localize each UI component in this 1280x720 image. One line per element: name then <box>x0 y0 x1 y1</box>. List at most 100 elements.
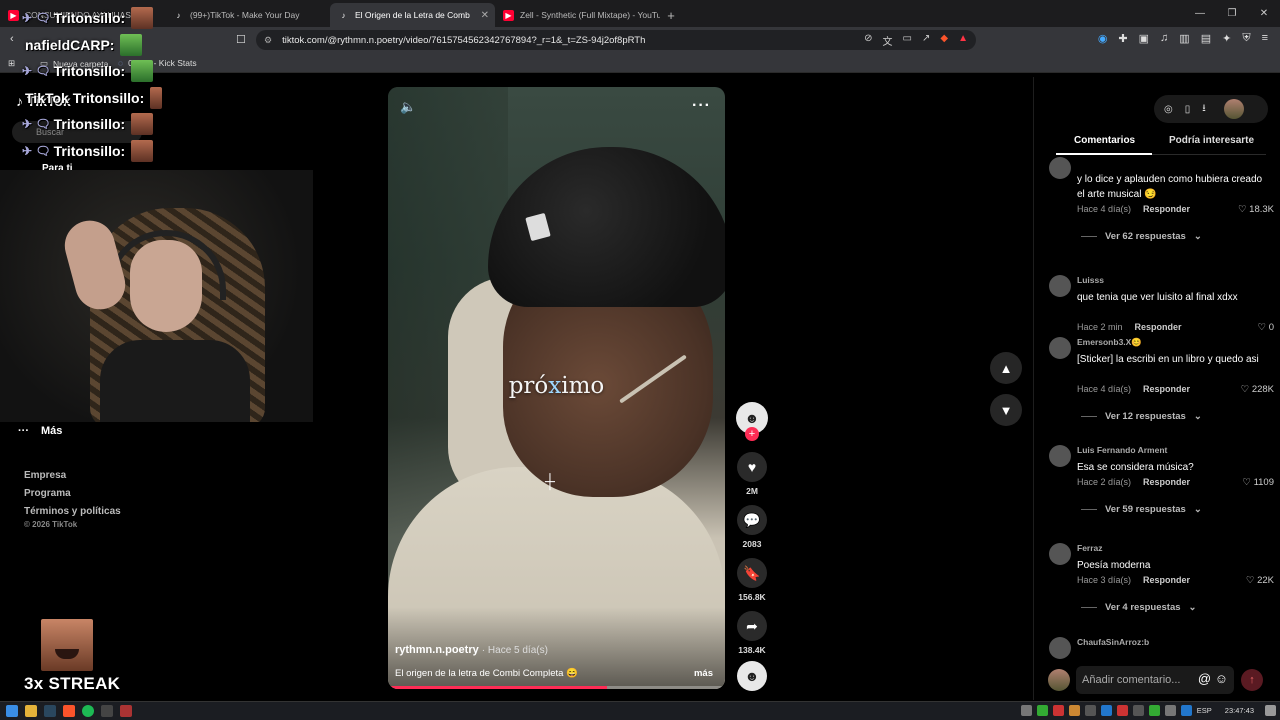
close-window-icon[interactable]: ✕ <box>1248 0 1280 27</box>
commenter-name[interactable]: Luisss <box>1077 275 1104 285</box>
video-author[interactable]: rythmn.n.poetry · Hace 5 día(s) <box>395 644 548 656</box>
translate-icon[interactable]: 文 <box>883 33 893 48</box>
view-replies-button[interactable]: Ver 4 respuestas ⌄ <box>1081 602 1197 613</box>
tray-icon[interactable] <box>1180 705 1192 716</box>
share-action[interactable]: ➦ 138.4K <box>736 611 768 655</box>
profile-avatar[interactable] <box>1223 99 1244 119</box>
footer-link[interactable]: Programa <box>24 485 121 503</box>
tab-comments[interactable]: Comentarios <box>1074 135 1135 146</box>
extensions-icon[interactable]: ✚ <box>1118 32 1127 45</box>
close-icon[interactable]: ✕ <box>481 10 489 21</box>
comment-likes[interactable]: ♡ 0 <box>1258 322 1274 333</box>
commenter-name[interactable]: ChaufaSinArroz:b <box>1077 637 1149 647</box>
notifications-icon[interactable] <box>1265 705 1276 716</box>
back-icon[interactable]: ‹ <box>10 33 14 45</box>
cast-icon[interactable]: ▭ <box>903 33 912 48</box>
volume-icon[interactable]: 🔈 <box>400 99 416 115</box>
audio-icon[interactable]: ◉ <box>1098 32 1108 45</box>
share-icon[interactable]: ↗ <box>922 33 930 48</box>
restore-icon[interactable]: ❐ <box>1216 0 1248 27</box>
tray-icon[interactable] <box>1116 705 1128 716</box>
tray-icon[interactable] <box>1036 705 1048 716</box>
sidebar-icon[interactable]: ▥ <box>1179 32 1189 45</box>
steam-icon[interactable] <box>44 705 56 717</box>
obs-icon[interactable] <box>120 705 132 717</box>
terminal-icon[interactable] <box>101 705 113 717</box>
commenter-name[interactable]: Luis Fernando Arment <box>1077 445 1167 455</box>
commenter-avatar[interactable] <box>1049 157 1071 179</box>
video-player[interactable]: próximo 🔈 ··· rythmn.n.poetry · Hace 5 d… <box>388 87 725 689</box>
share-arrow-icon[interactable]: ➦ <box>737 611 767 641</box>
comment-likes[interactable]: ♡ 18.3K <box>1238 204 1274 215</box>
follow-button[interactable]: + <box>745 427 759 441</box>
commenter-avatar[interactable] <box>1049 637 1071 659</box>
ai-icon[interactable]: ✦ <box>1222 32 1231 45</box>
comment-action[interactable]: 💬 2083 <box>736 505 768 549</box>
comment-likes[interactable]: ♡ 228K <box>1241 384 1274 395</box>
video-progress-bar[interactable] <box>388 686 725 689</box>
next-video-button[interactable]: ▼ <box>990 394 1022 426</box>
view-replies-button[interactable]: Ver 59 respuestas ⌄ <box>1081 504 1202 515</box>
start-icon[interactable] <box>6 705 18 717</box>
tray-icon[interactable] <box>1148 705 1160 716</box>
browser-tab[interactable]: ♪ (99+)TikTok - Make Your Day <box>165 3 330 27</box>
comment-icon[interactable]: 💬 <box>737 505 767 535</box>
music-disc-icon[interactable]: ☻ <box>737 661 767 691</box>
tray-icon[interactable] <box>1084 705 1096 716</box>
new-tab-button[interactable]: + <box>660 3 682 27</box>
reply-button[interactable]: Responder <box>1135 322 1182 332</box>
apps-icon[interactable]: ⊞ <box>8 58 15 69</box>
sidebar-item-more[interactable]: ··· Más <box>18 425 62 437</box>
reply-button[interactable]: Responder <box>1143 477 1190 487</box>
reply-button[interactable]: Responder <box>1143 204 1190 214</box>
bookmark-icon[interactable]: 🔖 <box>737 558 767 588</box>
browser-tab-active[interactable]: ♪ El Origen de la Letra de Comb ✕ <box>330 3 495 27</box>
spotify-icon[interactable] <box>82 705 94 717</box>
comment-likes[interactable]: ♡ 1109 <box>1242 477 1274 488</box>
brave-icon[interactable] <box>63 705 75 717</box>
address-bar[interactable]: ⚙ tiktok.com/@rythmn.n.poetry/video/7615… <box>256 30 976 50</box>
view-replies-button[interactable]: Ver 62 respuestas ⌄ <box>1081 231 1202 242</box>
view-replies-button[interactable]: Ver 12 respuestas ⌄ <box>1081 411 1202 422</box>
explorer-icon[interactable] <box>25 705 37 717</box>
heart-icon[interactable]: ♥ <box>737 452 767 482</box>
footer-link[interactable]: Empresa <box>24 467 121 485</box>
tab-might-like[interactable]: Podría interesarte <box>1169 135 1254 146</box>
tray-icon[interactable] <box>1068 705 1080 716</box>
commenter-avatar[interactable] <box>1049 543 1071 565</box>
mention-icon[interactable]: @ ☺ <box>1198 671 1228 686</box>
brave-rewards-icon[interactable]: ▲ <box>958 33 968 48</box>
music-icon[interactable]: ♫ <box>1160 32 1168 45</box>
site-info-icon[interactable]: ⚙ <box>264 35 272 46</box>
commenter-name[interactable]: Ferraz <box>1077 543 1103 553</box>
wallet-icon[interactable]: ▤ <box>1201 32 1211 45</box>
tray-icon[interactable] <box>1052 705 1064 716</box>
minimize-icon[interactable]: — <box>1184 0 1216 27</box>
more-description-link[interactable]: más <box>694 668 713 679</box>
save-action[interactable]: 🔖 156.8K <box>736 558 768 602</box>
comment-likes[interactable]: ♡ 22K <box>1246 575 1274 586</box>
commenter-avatar[interactable] <box>1049 445 1071 467</box>
tray-icon[interactable] <box>1020 705 1032 716</box>
browser-tab[interactable]: ▶ Zell - Synthetic (Full Mixtape) - YouT… <box>495 3 660 27</box>
tray-icon[interactable] <box>1100 705 1112 716</box>
commenter-avatar[interactable] <box>1049 275 1071 297</box>
send-comment-button[interactable]: ↑ <box>1241 669 1263 691</box>
language-indicator[interactable]: ESP <box>1197 706 1212 715</box>
tray-icon[interactable] <box>1132 705 1144 716</box>
sound-disc[interactable]: ☻ <box>736 661 768 691</box>
compass-icon[interactable]: ◎ <box>1164 104 1173 115</box>
clock[interactable]: 23:47:43 <box>1225 706 1254 715</box>
commenter-name[interactable]: Emersonb3.X😊 <box>1077 337 1142 348</box>
comment-input[interactable]: Añadir comentario... @ ☺ <box>1076 666 1234 694</box>
reply-button[interactable]: Responder <box>1143 575 1190 585</box>
author-name[interactable]: rythmn.n.poetry <box>395 644 479 656</box>
menu-icon[interactable]: ≡ <box>1262 32 1268 45</box>
reply-button[interactable]: Responder <box>1143 384 1190 394</box>
like-action[interactable]: ♥ 2M <box>736 452 768 496</box>
vpn-icon[interactable]: ⛨ <box>1242 32 1250 45</box>
bookmark-icon[interactable]: ☐ <box>236 33 246 46</box>
creator-avatar[interactable]: ☻ + <box>736 402 768 441</box>
more-options-icon[interactable]: ··· <box>692 97 711 115</box>
no-sound-icon[interactable]: ⊘ <box>864 33 872 48</box>
